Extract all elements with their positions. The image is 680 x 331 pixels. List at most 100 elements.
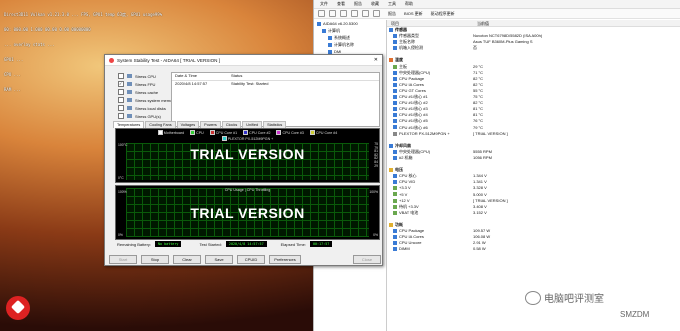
stability-test-dialog: System Stability Test - AIDA64 [ TRIAL V… (104, 54, 383, 266)
sensor-value: 0.58 W (473, 246, 486, 252)
aida-icon (317, 21, 321, 26)
column-item[interactable]: 项目 (387, 20, 473, 26)
log-row[interactable]: 2020/4/8 14:57:57 Stability Test: Starte… (172, 81, 379, 88)
menu-report[interactable]: 报告 (354, 1, 362, 7)
column-value[interactable]: 当前值 (473, 20, 493, 26)
sensor-icon (393, 76, 397, 81)
close-button[interactable]: Close (353, 255, 381, 264)
preferences-button[interactable]: Preferences (269, 255, 301, 264)
driver-update-button[interactable]: 驱动程序更新 (431, 11, 455, 17)
stress-gpu-checkbox[interactable]: Stress GPU(s) (118, 112, 176, 120)
axis-top-label: 100% (118, 190, 127, 194)
stop-button[interactable]: Stop (141, 255, 169, 264)
sensor-icon (393, 186, 397, 191)
sensor-icon (393, 64, 397, 69)
start-button[interactable]: Start (109, 255, 137, 264)
sensor-icon (393, 131, 397, 136)
save-button[interactable]: Save (205, 255, 233, 264)
refresh-icon[interactable] (351, 10, 358, 17)
cache-icon (127, 90, 132, 94)
sensor-icon (393, 180, 397, 185)
checkbox-box[interactable] (118, 81, 124, 87)
sensor-icon (393, 247, 397, 252)
legend-plextor[interactable]: PLEXTOR PX-512M9PGN + (221, 136, 273, 141)
sensor-icon (393, 241, 397, 246)
disk-icon (127, 106, 132, 110)
forward-icon[interactable] (329, 10, 336, 17)
checkbox-box[interactable] (118, 113, 124, 119)
channel-logo-icon (525, 290, 541, 305)
sensor-row[interactable]: DIMM 0.58 W (387, 246, 680, 252)
checkbox-box[interactable] (118, 97, 124, 103)
log-col-datetime[interactable]: Date & Time (172, 73, 231, 80)
sensor-icon (393, 113, 397, 118)
menu-view[interactable]: 查看 (337, 1, 345, 7)
sensor-icon (393, 88, 397, 93)
sensor-icon (393, 174, 397, 179)
checkbox-box[interactable] (118, 89, 124, 95)
stress-memory-checkbox[interactable]: Stress system memory (118, 96, 176, 104)
tab-powers[interactable]: Powers (200, 121, 221, 128)
remaining-battery-label: Remaining Battery: (117, 241, 152, 247)
bios-update-button[interactable]: BIOS 更新 (404, 11, 423, 17)
tab-statistics[interactable]: Statistics (263, 121, 287, 128)
up-icon[interactable] (340, 10, 347, 17)
chart-icon[interactable] (373, 10, 380, 17)
memory-icon (127, 98, 132, 102)
stress-disks-checkbox[interactable]: Stress local disks (118, 104, 176, 112)
close-icon[interactable]: ✕ (374, 57, 378, 63)
tree-item-root[interactable]: AIDA64 v6.20.5300 (314, 20, 386, 27)
tree-item-summary[interactable]: 系统概述 (314, 34, 386, 41)
menu-tools[interactable]: 工具 (388, 1, 396, 7)
gpu-icon (127, 114, 132, 118)
menu-file[interactable]: 文件 (320, 1, 328, 7)
stress-cache-checkbox[interactable]: Stress cache (118, 88, 176, 96)
report-button[interactable]: 报告 (388, 11, 396, 17)
sensor-icon (389, 143, 393, 148)
cpuid-button[interactable]: CPUID (237, 255, 265, 264)
sensor-name: DIMM (387, 246, 473, 252)
tree-item-computer[interactable]: 计算机 (314, 27, 386, 34)
sensor-icon (393, 34, 397, 39)
sensor-icon (393, 101, 397, 106)
temperature-graph: Motherboard CPU CPU Core #1 CPU Core #2 … (115, 128, 380, 183)
sensor-icon (389, 58, 393, 63)
sensor-icon (389, 27, 393, 32)
sensor-icon (393, 82, 397, 87)
toolbar: 报告 BIOS 更新 驱动程序更新 (314, 9, 680, 19)
trial-watermark: TRIAL VERSION (190, 146, 305, 162)
sensor-icon (389, 222, 393, 227)
cpu-usage-graph: CPU Usage | CPU Throttling 100% 0% 100% … (115, 185, 380, 240)
cpu-usage-legend: CPU Usage | CPU Throttling (224, 188, 271, 192)
log-status: Stability Test: Started (231, 81, 269, 86)
remaining-battery-value: No battery (155, 241, 182, 247)
menu-help[interactable]: 帮助 (405, 1, 413, 7)
tab-voltages[interactable]: Voltages (176, 121, 200, 128)
summary-icon (328, 35, 332, 40)
site-watermark: SMZDM (620, 310, 650, 319)
tab-temperatures[interactable]: Temperatures (113, 121, 145, 128)
sensor-icon (393, 40, 397, 45)
clear-button[interactable]: Clear (173, 255, 201, 264)
sensor-icon (393, 192, 397, 197)
user-icon[interactable] (362, 10, 369, 17)
stress-fpu-checkbox[interactable]: Stress FPU (118, 80, 176, 88)
back-icon[interactable] (318, 10, 325, 17)
stress-cpu-checkbox[interactable]: Stress CPU (118, 72, 176, 80)
menu-favorites[interactable]: 收藏 (371, 1, 379, 7)
checkbox-box[interactable] (118, 73, 124, 79)
computer-name-icon (328, 42, 332, 47)
axis-top-right-label: 100% (369, 190, 378, 194)
tab-clocks[interactable]: Clocks (221, 121, 242, 128)
channel-watermark: 电脑吧评测室 (525, 290, 604, 305)
checkbox-box[interactable] (118, 105, 124, 111)
tab-cooling-fans[interactable]: Cooling Fans (145, 121, 176, 128)
osd-line: ... overlay stats ... (4, 42, 55, 47)
sensor-icon (389, 168, 393, 173)
log-col-status[interactable]: Status (231, 73, 242, 80)
tab-unified[interactable]: Unified (242, 121, 263, 128)
flame-icon (109, 57, 114, 63)
app-logo-icon[interactable] (6, 296, 30, 320)
tree-item-computer-name[interactable]: 计算机名称 (314, 41, 386, 48)
sensor-icon (393, 94, 397, 99)
